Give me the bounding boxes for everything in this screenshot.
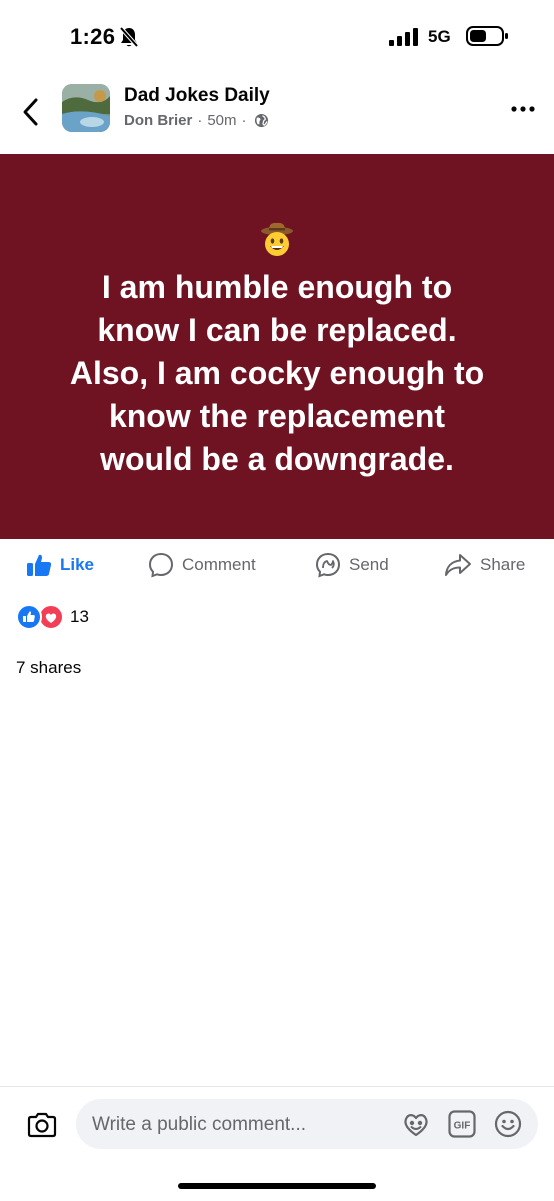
like-label: Like xyxy=(60,555,95,574)
emoji-icon[interactable] xyxy=(494,1110,522,1138)
post-time[interactable]: 50m xyxy=(207,112,236,129)
gif-label: GIF xyxy=(454,1121,471,1132)
status-bar: 1:26 5G xyxy=(0,0,554,76)
battery-icon xyxy=(466,26,508,46)
reaction-count: 13 xyxy=(70,607,89,626)
bell-slash-icon xyxy=(119,26,139,48)
shares-count[interactable]: 7 shares xyxy=(16,658,81,678)
network-label: 5G xyxy=(428,27,451,46)
send-button[interactable]: Send xyxy=(315,552,389,578)
like-button[interactable]: Like xyxy=(26,552,94,578)
thumbs-up-icon xyxy=(27,554,52,576)
camera-icon[interactable] xyxy=(26,1111,58,1139)
globe-icon xyxy=(254,113,268,128)
more-options-icon[interactable] xyxy=(506,98,540,120)
gif-icon: GIF xyxy=(448,1110,476,1138)
share-label: Share xyxy=(480,555,526,574)
home-indicator[interactable] xyxy=(178,1183,376,1189)
comment-button[interactable]: Comment xyxy=(148,552,256,578)
comment-label: Comment xyxy=(182,555,256,574)
share-button[interactable]: Share xyxy=(444,552,525,578)
group-avatar[interactable] xyxy=(62,84,110,132)
status-time: 1:26 xyxy=(70,24,116,49)
comment-bubble-icon xyxy=(148,552,174,578)
post-text: I am humble enough to know I can be repl… xyxy=(69,269,485,477)
post-meta: Don Brier · 50m · xyxy=(124,112,269,129)
avatar-sticker-icon[interactable] xyxy=(402,1111,430,1137)
messenger-icon xyxy=(315,552,341,578)
back-button[interactable] xyxy=(16,94,48,130)
meta-separator: · xyxy=(197,112,203,129)
comment-input-container[interactable]: GIF xyxy=(76,1099,538,1151)
like-reaction-icon xyxy=(16,604,42,630)
author-name[interactable]: Don Brier xyxy=(124,112,192,129)
gif-button[interactable]: GIF xyxy=(448,1110,476,1138)
send-label: Send xyxy=(349,555,389,574)
cowboy-hat-face-icon xyxy=(261,222,293,256)
group-name[interactable]: Dad Jokes Daily xyxy=(124,85,270,107)
share-arrow-icon xyxy=(445,554,471,576)
action-bar: Like Comment Send Share xyxy=(0,540,554,590)
comment-input[interactable] xyxy=(90,1099,394,1151)
meta-separator: · xyxy=(241,112,247,129)
reactions-summary[interactable]: 13 xyxy=(16,604,89,630)
group-photo-image xyxy=(62,84,110,132)
post-header: Dad Jokes Daily Don Brier · 50m · xyxy=(0,76,554,154)
signal-icon xyxy=(389,28,418,46)
post-card[interactable]: I am humble enough to know I can be repl… xyxy=(0,154,554,539)
